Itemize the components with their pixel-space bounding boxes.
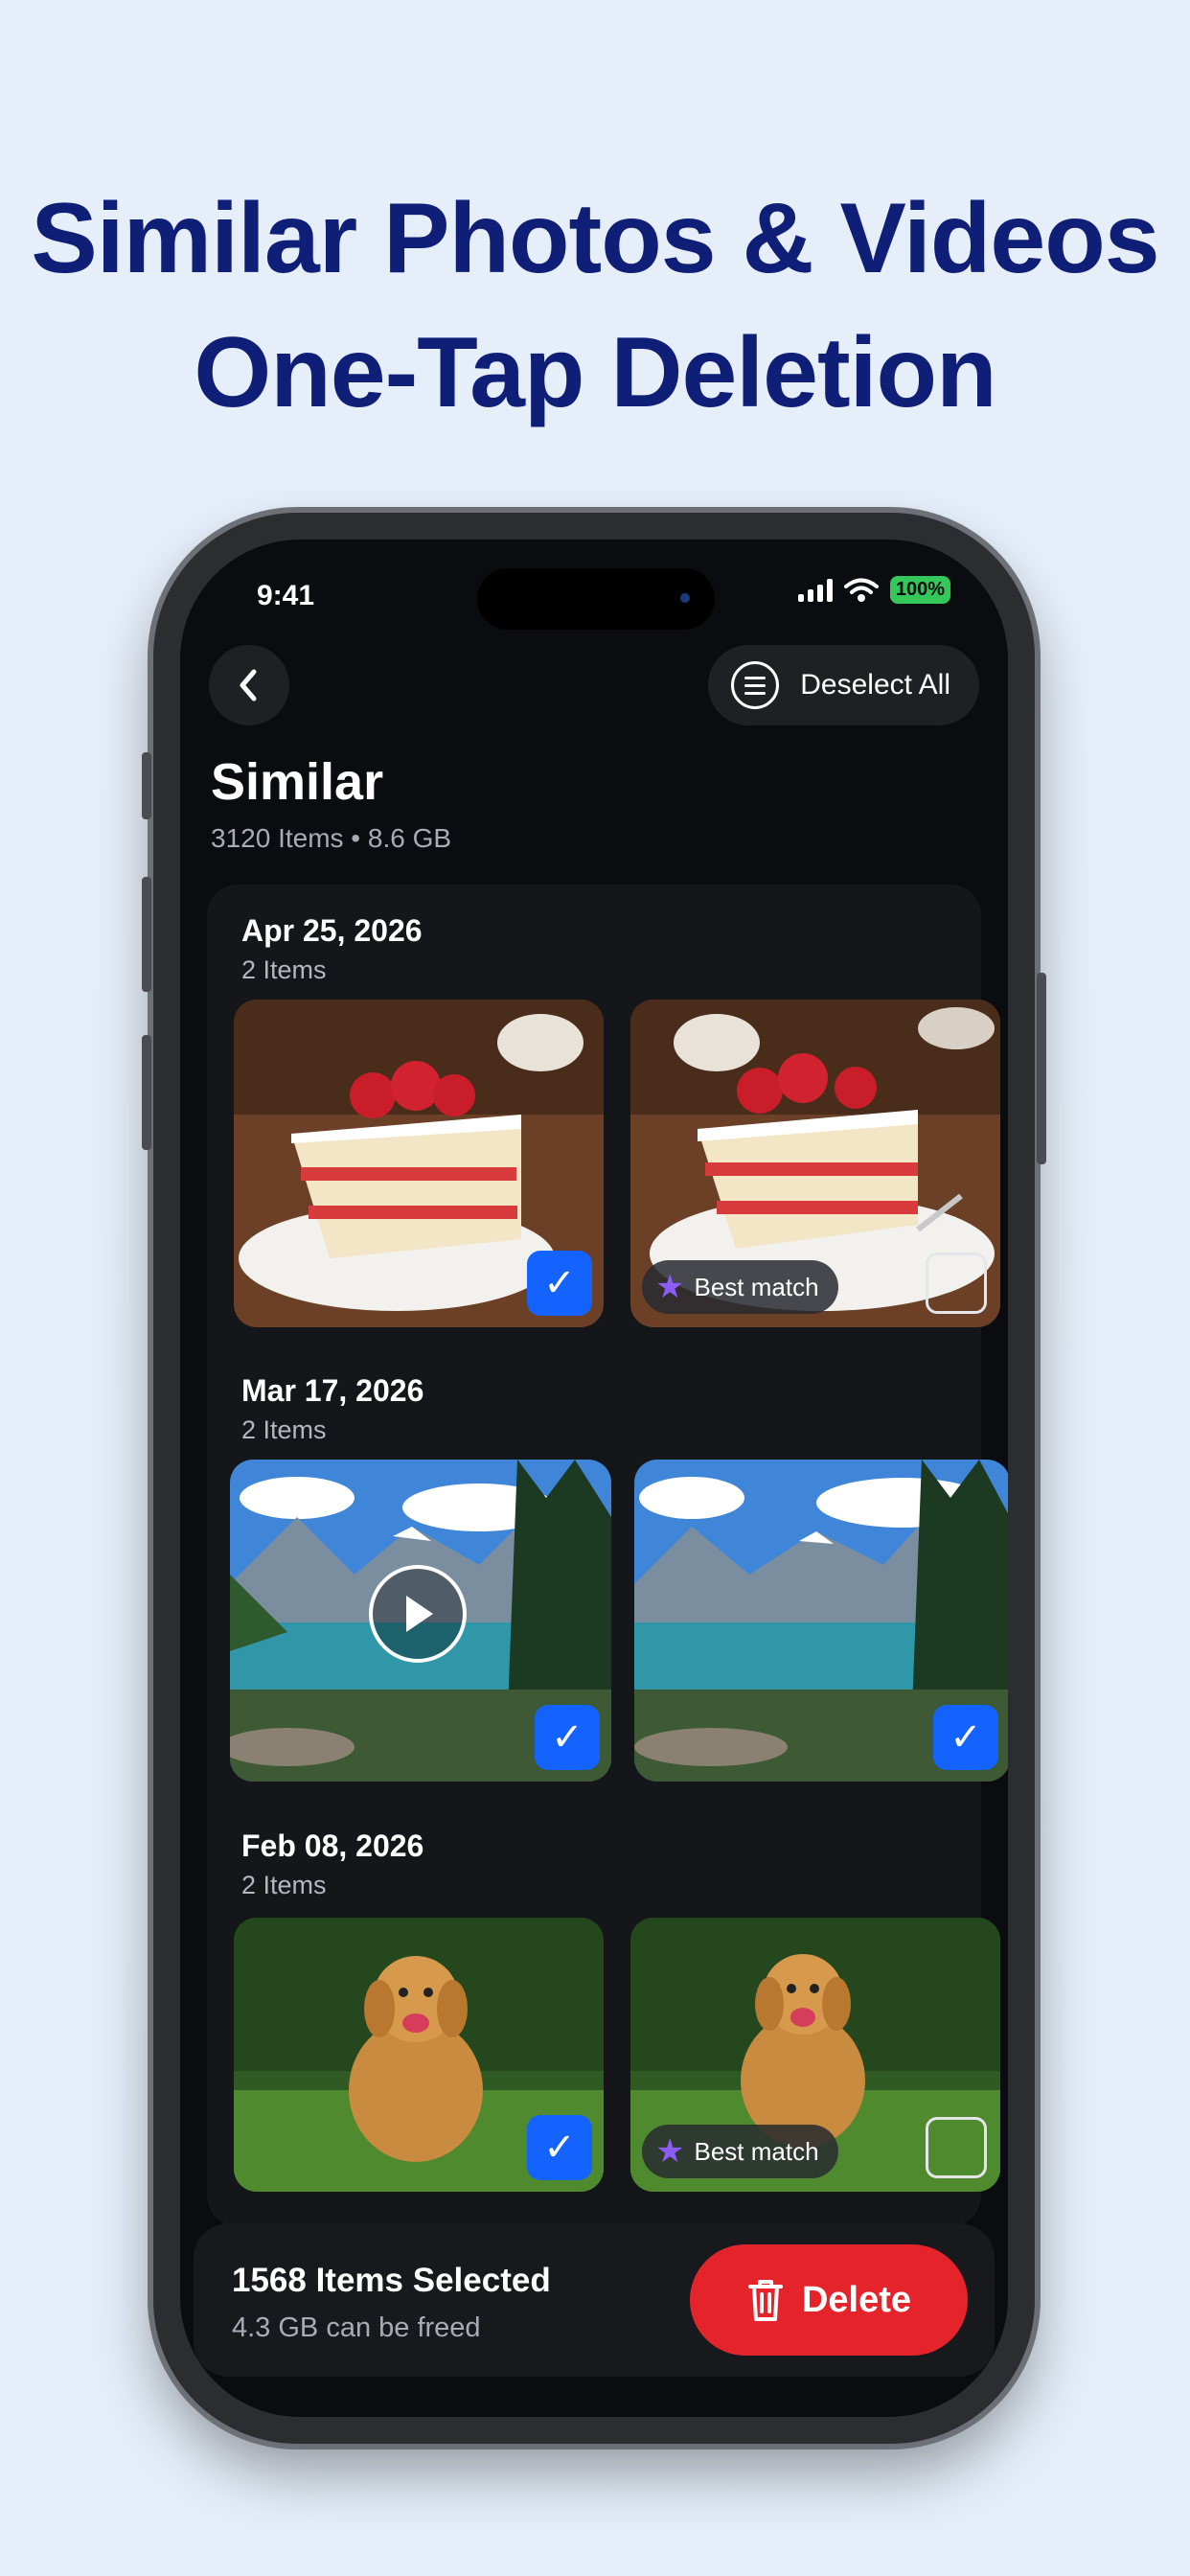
photo-thumbnail[interactable]: ★ Best match — [630, 1918, 1000, 2192]
play-button[interactable] — [369, 1565, 467, 1663]
star-icon: ★ — [655, 2133, 685, 2170]
deselect-all-button[interactable]: Deselect All — [708, 645, 979, 725]
selected-checkbox[interactable]: ✓ — [527, 2115, 592, 2180]
photo-thumbnail[interactable]: ✓ — [234, 1000, 604, 1327]
action-button — [142, 752, 151, 819]
volume-down-button — [142, 1035, 151, 1150]
group-date: Apr 25, 2026 — [241, 913, 423, 948]
delete-label: Delete — [801, 2279, 912, 2320]
unselected-checkbox[interactable] — [926, 1253, 987, 1314]
play-icon — [406, 1596, 433, 1632]
freed-space-label: 4.3 GB can be freed — [232, 2312, 481, 2343]
photo-thumbnail[interactable]: ★ Best match — [630, 1000, 1000, 1327]
signal-icon — [797, 578, 833, 602]
group-date: Mar 17, 2026 — [241, 1373, 424, 1408]
video-thumbnail[interactable]: ✓ — [230, 1460, 611, 1782]
headline-line-1: Similar Photos & Videos — [31, 183, 1159, 294]
selected-checkbox[interactable]: ✓ — [535, 1705, 600, 1770]
photo-thumbnail[interactable]: ✓ — [234, 1918, 604, 2192]
chevron-left-icon — [240, 669, 257, 702]
list-icon — [731, 661, 780, 709]
page-subtitle: 3120 Items • 8.6 GB — [211, 823, 452, 853]
best-match-badge: ★ Best match — [642, 1260, 838, 1314]
wifi-icon — [843, 578, 879, 602]
best-match-badge: ★ Best match — [642, 2125, 838, 2178]
best-match-label: Best match — [694, 1272, 819, 1301]
battery-indicator: 100% — [889, 576, 950, 604]
page-title: Similar — [211, 753, 384, 811]
headline-line-2: One-Tap Deletion — [194, 317, 996, 428]
selection-footer: 1568 Items Selected 4.3 GB can be freed … — [194, 2223, 995, 2377]
selected-checkbox[interactable]: ✓ — [933, 1705, 998, 1770]
power-button — [1037, 973, 1046, 1164]
group-count: 2 Items — [241, 955, 327, 984]
status-indicators: 100% — [797, 576, 950, 604]
group-date: Feb 08, 2026 — [241, 1828, 424, 1863]
group-count: 2 Items — [241, 1415, 327, 1444]
trash-icon — [747, 2280, 783, 2321]
unselected-checkbox[interactable] — [926, 2117, 987, 2178]
selected-checkbox[interactable]: ✓ — [527, 1251, 592, 1316]
delete-button[interactable]: Delete — [690, 2244, 968, 2356]
photo-thumbnail[interactable]: ✓ — [634, 1460, 1008, 1782]
deselect-all-label: Deselect All — [800, 669, 950, 701]
camera-icon — [680, 593, 690, 603]
dynamic-island — [477, 568, 715, 630]
star-icon: ★ — [655, 1269, 685, 1305]
status-time: 9:41 — [257, 580, 315, 611]
best-match-label: Best match — [694, 2136, 819, 2166]
phone-frame: 9:41 100% Deselect All Similar 3120 Item… — [142, 513, 1046, 2444]
group-count: 2 Items — [241, 1871, 327, 1899]
selected-count-label: 1568 Items Selected — [232, 2262, 551, 2299]
volume-up-button — [142, 877, 151, 992]
phone-screen: 9:41 100% Deselect All Similar 3120 Item… — [180, 540, 1008, 2417]
back-button[interactable] — [209, 645, 289, 725]
similar-groups-card: Apr 25, 2026 2 Items ✓ ★ Best match Mar … — [207, 885, 1008, 2226]
